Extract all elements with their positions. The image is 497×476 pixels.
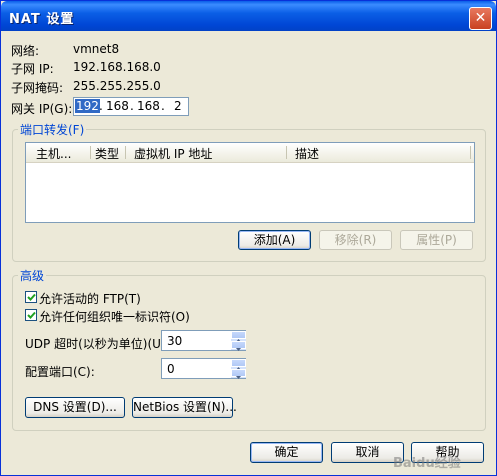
udp-timeout-spin[interactable] [230, 331, 246, 351]
column-type[interactable]: 类型 [95, 145, 119, 162]
spin-down-icon[interactable] [231, 341, 246, 351]
add-button[interactable]: 添加(A) [238, 230, 311, 250]
subnet-mask-value: 255.255.255.0 [73, 79, 161, 93]
column-divider[interactable] [470, 146, 471, 159]
allow-uid-label[interactable]: 允许任何组织唯一标识符(O) [39, 308, 190, 325]
udp-timeout-label: UDP 超时(以秒为单位)(U): [25, 337, 170, 351]
subnet-ip-value: 192.168.168.0 [73, 60, 161, 74]
dns-settings-button[interactable]: DNS 设置(D)... [25, 397, 125, 418]
config-port-stepper[interactable]: 0 [161, 358, 246, 379]
column-vm-ip[interactable]: 虚拟机 IP 地址 [134, 145, 212, 162]
port-forwarding-group-label: 端口转发(F) [18, 121, 87, 138]
udp-timeout-stepper[interactable]: 30 [161, 330, 246, 351]
properties-button[interactable]: 属性(P) [400, 230, 473, 250]
gateway-dot: . [99, 99, 103, 113]
allow-ftp-checkbox[interactable] [25, 291, 37, 303]
gateway-label: 网关 IP(G): [11, 102, 73, 116]
spin-up-icon[interactable] [231, 359, 246, 370]
list-header: 主机... 类型 虚拟机 IP 地址 描述 [26, 143, 474, 163]
column-description[interactable]: 描述 [295, 145, 319, 162]
gateway-octet-1[interactable]: 192 [75, 99, 100, 113]
nat-settings-dialog: NAT 设置 ✕ 网络: vmnet8 子网 IP: 192.168.168.0… [0, 0, 497, 476]
udp-timeout-value[interactable]: 30 [167, 334, 182, 348]
close-icon: ✕ [474, 10, 487, 26]
allow-uid-checkbox[interactable] [25, 309, 37, 321]
port-forwarding-list[interactable]: 主机... 类型 虚拟机 IP 地址 描述 [25, 142, 475, 223]
gateway-dot: . [161, 99, 165, 113]
gateway-octet-2[interactable]: 168 [106, 99, 129, 113]
config-port-spin[interactable] [230, 359, 246, 379]
spin-up-icon[interactable] [231, 331, 246, 342]
gateway-ip-field[interactable]: 192 . 168 . 168 . 2 [73, 97, 189, 116]
gateway-octet-4[interactable]: 2 [174, 99, 182, 113]
watermark: Baidu经验 [393, 456, 461, 471]
remove-button[interactable]: 移除(R) [319, 230, 392, 250]
title-bar: NAT 设置 ✕ [1, 1, 496, 31]
column-divider[interactable] [125, 146, 126, 159]
config-port-value[interactable]: 0 [167, 362, 175, 376]
network-value: vmnet8 [73, 42, 120, 56]
subnet-mask-label: 子网掩码: [11, 81, 64, 95]
network-label: 网络: [11, 44, 40, 58]
gateway-dot: . [130, 99, 134, 113]
advanced-group-label: 高级 [18, 267, 47, 284]
ok-button[interactable]: 确定 [250, 442, 323, 463]
column-divider[interactable] [90, 146, 91, 159]
netbios-settings-button[interactable]: NetBios 设置(N)... [132, 397, 237, 418]
checkmark-icon [27, 311, 36, 319]
close-button[interactable]: ✕ [469, 7, 492, 30]
checkmark-icon [27, 293, 36, 301]
column-divider[interactable] [286, 146, 287, 159]
gateway-octet-3[interactable]: 168 [137, 99, 160, 113]
subnet-ip-label: 子网 IP: [11, 62, 54, 76]
column-host[interactable]: 主机... [36, 145, 71, 162]
spin-down-icon[interactable] [231, 369, 246, 379]
allow-ftp-label[interactable]: 允许活动的 FTP(T) [39, 290, 141, 307]
window-title: NAT 设置 [9, 12, 75, 27]
config-port-label: 配置端口(C): [25, 365, 95, 379]
